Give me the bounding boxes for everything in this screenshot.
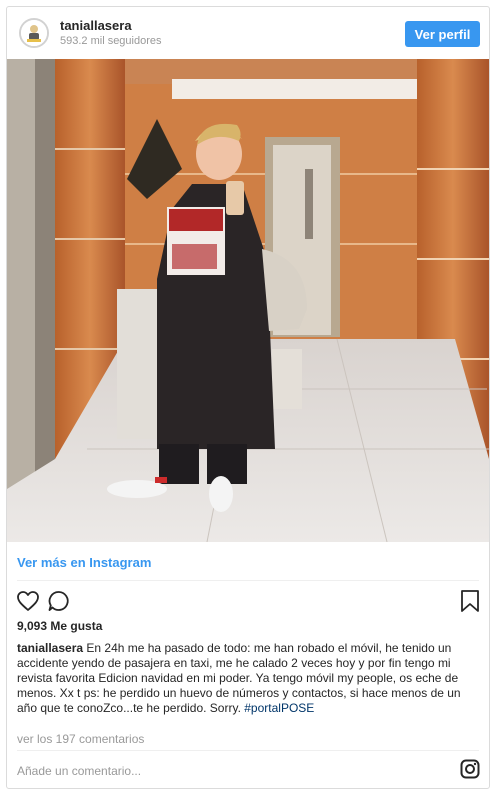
post-photo[interactable] [7,59,489,542]
view-more-link[interactable]: Ver más en Instagram [17,555,151,570]
post-caption: taniallasera En 24h me ha pasado de todo… [17,641,479,716]
divider [17,750,479,751]
comment-icon[interactable] [47,589,71,613]
header-username[interactable]: taniallasera [60,18,132,33]
divider [17,580,479,581]
avatar[interactable] [19,18,49,48]
caption-text: En 24h me ha pasado de todo: me han roba… [17,641,461,715]
follower-count: 593.2 mil seguidores [60,35,162,47]
instagram-embed-card: taniallasera 593.2 mil seguidores Ver pe… [6,6,490,789]
caption-hashtag[interactable]: #portalPOSE [244,701,314,715]
view-comments-link[interactable]: ver los 197 comentarios [17,732,144,746]
add-comment-field[interactable]: Añade un comentario... [17,764,141,778]
caption-username[interactable]: taniallasera [17,641,83,655]
instagram-icon[interactable] [460,759,480,779]
post-header: taniallasera 593.2 mil seguidores Ver pe… [7,7,489,59]
heart-icon[interactable] [16,589,40,613]
view-profile-button[interactable]: Ver perfil [405,21,480,47]
like-count[interactable]: 9,093 Me gusta [17,619,102,633]
bookmark-icon[interactable] [459,589,481,613]
